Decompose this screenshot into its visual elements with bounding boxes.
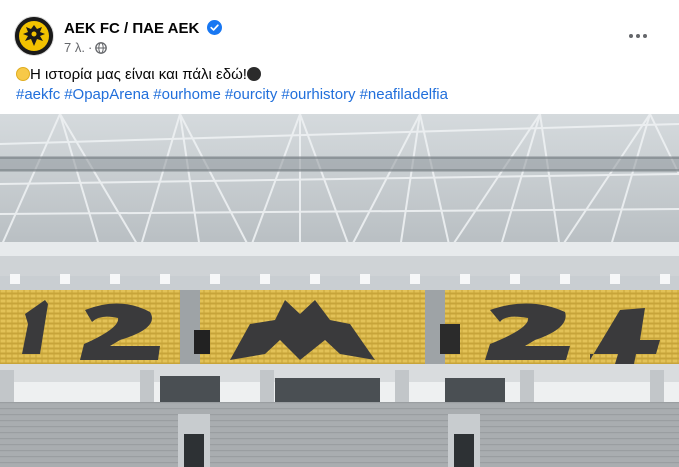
page-name[interactable]: AEK FC / ΠΑΕ ΑΕΚ xyxy=(64,20,223,37)
verified-badge-icon xyxy=(207,20,223,35)
post-caption: Η ιστορία μας είναι και πάλι εδώ! #aekfc… xyxy=(16,65,656,105)
post-photo[interactable] xyxy=(0,114,679,467)
post-card: AEK FC / ΠΑΕ ΑΕΚ 7 λ. · Η ιστορία μας είν… xyxy=(0,0,679,467)
more-horizontal-icon xyxy=(629,34,647,38)
lower-tier xyxy=(0,402,679,467)
caption-line: Η ιστορία μας είναι και πάλι εδώ! xyxy=(16,65,656,85)
black-circle-emoji xyxy=(246,67,261,81)
hashtag-link[interactable]: #ourhome xyxy=(153,86,221,103)
post-header: AEK FC / ΠΑΕ ΑΕΚ 7 λ. · xyxy=(14,14,654,58)
hashtag-link[interactable]: #neafiladelfia xyxy=(360,86,448,103)
yellow-circle-emoji xyxy=(16,67,30,81)
post-timestamp[interactable]: 7 λ. xyxy=(64,40,85,55)
post-meta: 7 λ. · xyxy=(64,40,108,55)
stadium-photo xyxy=(0,114,679,467)
hashtag-link[interactable]: #ourhistory xyxy=(281,86,355,103)
hashtag-link[interactable]: #aekfc xyxy=(16,86,60,103)
page-name-label[interactable]: AEK FC / ΠΑΕ ΑΕΚ xyxy=(64,20,199,37)
more-options-button[interactable] xyxy=(620,22,656,50)
globe-icon xyxy=(95,42,108,54)
hashtag-list: #aekfc #OpapArena #ourhome #ourcity #ourhist… xyxy=(16,85,656,105)
hashtag-link[interactable]: #ourcity xyxy=(225,86,278,103)
hashtag-link[interactable]: #OpapArena xyxy=(64,86,149,103)
meta-separator: · xyxy=(87,40,93,55)
caption-text: Η ιστορία μας είναι και πάλι εδώ! xyxy=(30,66,247,83)
page-avatar[interactable] xyxy=(14,16,54,56)
aek-crest-icon xyxy=(15,17,53,55)
